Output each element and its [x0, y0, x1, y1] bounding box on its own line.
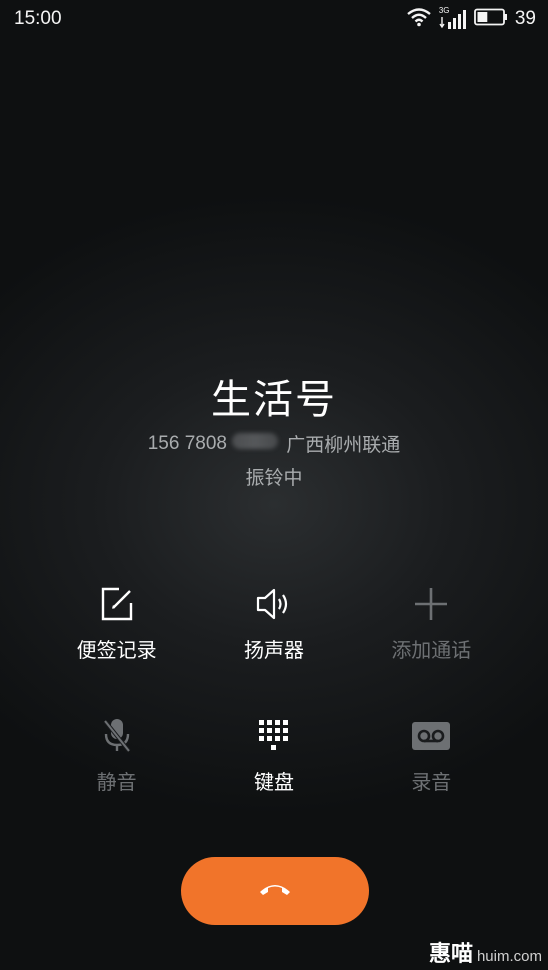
dialpad-icon [250, 712, 298, 760]
watermark: 惠喵 huim.com [429, 936, 542, 968]
watermark-domain: huim.com [476, 948, 542, 965]
note-label: 便签记录 [76, 638, 157, 662]
mute-label: 静音 [96, 770, 137, 794]
keypad-button[interactable]: 键盘 [195, 712, 352, 796]
keypad-label: 键盘 [253, 770, 294, 794]
call-status: 振铃中 [245, 467, 303, 489]
record-tape-icon [407, 712, 455, 760]
record-label: 录音 [411, 770, 452, 794]
add-call-label: 添加通话 [391, 638, 472, 662]
plus-icon [407, 580, 455, 628]
note-edit-icon [93, 580, 141, 628]
controls-row-2: 静音 键盘 录音 [0, 712, 548, 796]
hang-up-button[interactable] [181, 857, 369, 925]
watermark-logo: 惠喵 [428, 942, 473, 967]
mute-button[interactable]: 静音 [38, 712, 195, 796]
redacted-digits [232, 432, 279, 449]
wifi-icon [406, 7, 432, 32]
battery-fill [477, 11, 488, 22]
record-button[interactable]: 录音 [353, 712, 510, 796]
note-button[interactable]: 便签记录 [38, 580, 195, 664]
battery-percent: 39 [514, 8, 536, 29]
caller-location: 广西柳州联通 [286, 435, 401, 456]
status-bar: 15:00 3G 39 [0, 0, 548, 38]
status-time: 15:00 [14, 8, 62, 29]
add-call-button[interactable]: 添加通话 [353, 580, 510, 664]
battery-icon [473, 8, 508, 31]
status-icons: 3G 39 [406, 6, 536, 32]
caller-info-panel: 生活号 156 7808 广西柳州联通 振铃中 [0, 372, 548, 490]
speaker-icon [250, 580, 298, 628]
caller-number: 156 7808 [148, 432, 279, 455]
cellular-signal-icon: 3G [439, 6, 467, 30]
caller-details: 156 7808 广西柳州联通 [0, 430, 548, 457]
caller-name: 生活号 [211, 377, 337, 423]
microphone-mute-icon [93, 712, 141, 760]
speaker-button[interactable]: 扬声器 [195, 580, 352, 664]
controls-row-1: 便签记录 扬声器 添加通话 [0, 580, 548, 664]
speaker-label: 扬声器 [243, 638, 304, 662]
hang-up-phone-icon [258, 881, 292, 901]
call-controls: 便签记录 扬声器 添加通话 静音 键盘 录音 [0, 580, 548, 796]
